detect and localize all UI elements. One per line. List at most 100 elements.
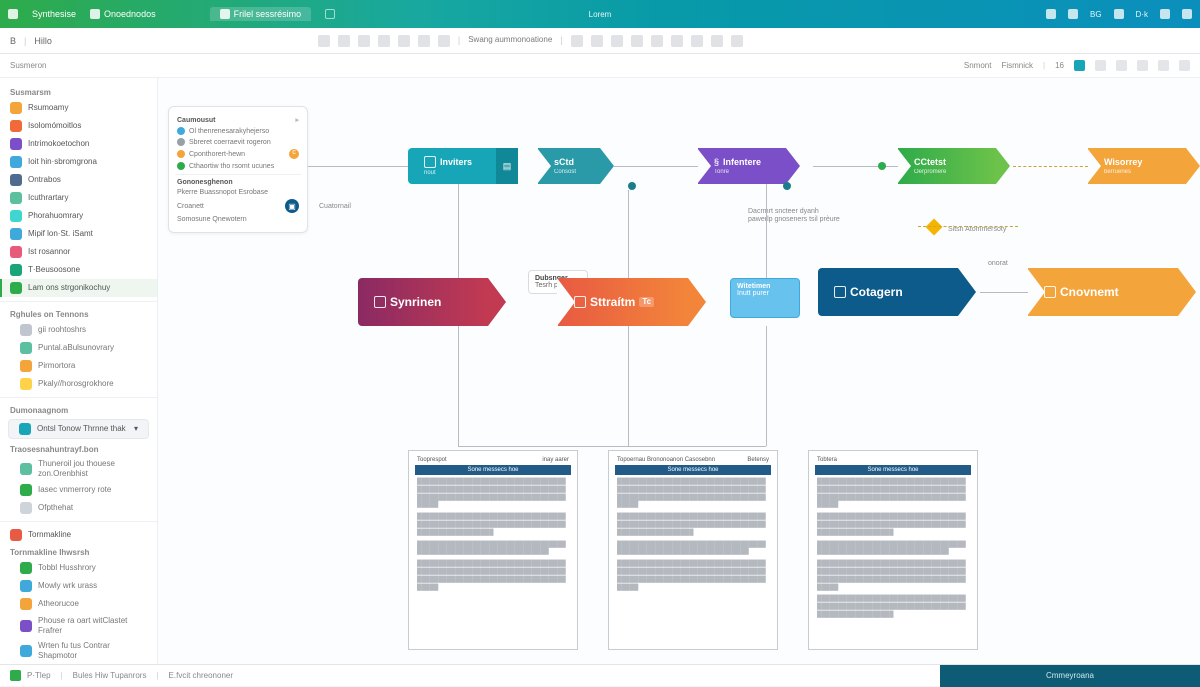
sidebar-item[interactable]: Pirmortora — [0, 357, 157, 375]
sidebar-item-label: Lam ons strgonikochuy — [28, 283, 110, 293]
tool-icon-10[interactable] — [611, 35, 623, 47]
sidebar-item[interactable]: Wrten fu tus Contrar Shapmotor — [0, 638, 157, 663]
tab-feedback[interactable]: Fismnick — [1001, 61, 1033, 70]
color-icon — [10, 174, 22, 186]
tool-icon-15[interactable] — [711, 35, 723, 47]
sidebar-item[interactable]: Intrimokoetochon — [0, 135, 157, 153]
cloud-icon[interactable] — [1068, 9, 1078, 19]
info-row: Cponthorert-hewn — [189, 151, 245, 158]
sidebar-item[interactable]: Thuneroil jou thouese zon.Orenbhist — [0, 456, 157, 481]
flow-block-wrap[interactable]: Wisorreyberruenes — [1088, 148, 1200, 184]
info-card[interactable]: Caumousut▸ Ol thenrenesarakyhejerso Sbre… — [168, 106, 308, 233]
tool-icon-3[interactable] — [358, 35, 370, 47]
tool-icon-14[interactable] — [691, 35, 703, 47]
bell-icon[interactable] — [1114, 9, 1124, 19]
layers-icon[interactable] — [1095, 60, 1106, 71]
block-title: Wisorrey — [1104, 158, 1142, 167]
sidebar-item[interactable]: Mipif lon·St. iSamt — [0, 225, 157, 243]
doc-preview[interactable]: Topoernau Brononoanon CasosebnnBetensy S… — [608, 450, 778, 650]
sidebar-item[interactable]: Ofpthehat — [0, 499, 157, 517]
mid-process-box[interactable]: Witetimen Inutt purer — [730, 278, 800, 318]
block-icon — [574, 296, 586, 308]
tool-icon-6[interactable] — [418, 35, 430, 47]
tool-icon-12[interactable] — [651, 35, 663, 47]
diagram-canvas[interactable]: Caumousut▸ Ol thenrenesarakyhejerso Sbre… — [158, 78, 1200, 664]
header-right-2: D·k — [1136, 10, 1148, 19]
sidebar-item-label: Pirmortora — [38, 361, 75, 371]
expand-icon[interactable] — [1158, 60, 1169, 71]
flow-block-synmen[interactable]: Synrinen — [358, 278, 506, 326]
flow-block-invitees[interactable]: Invitersnout ▤ — [408, 148, 510, 184]
sidebar-panel-item[interactable]: Ontsl Tonow Thrnne thak ▾ — [8, 419, 149, 439]
more-icon[interactable] — [1179, 60, 1190, 71]
sidebar-item[interactable]: Icuthrartary — [0, 189, 157, 207]
menu-icon[interactable] — [8, 9, 18, 19]
sidebar-item[interactable]: Mowly wrk urass — [0, 577, 157, 595]
color-icon — [20, 580, 32, 592]
color-icon — [10, 264, 22, 276]
ribbon: B | Hillo | Swang aummonoatione | — [0, 28, 1200, 54]
doc-header-left: Tooprespot — [417, 457, 447, 463]
color-icon — [20, 645, 32, 657]
tool-icon-2[interactable] — [338, 35, 350, 47]
settings-icon[interactable] — [1137, 60, 1148, 71]
sidebar-item[interactable]: Puntal.aBulsunovrary — [0, 339, 157, 357]
document-tab[interactable]: Frilel sessrésimo — [210, 7, 312, 21]
tab-summary[interactable]: Snmont — [964, 61, 992, 70]
secondary-toolbar: Susmeron Snmont Fismnick | 16 — [0, 54, 1200, 78]
color-icon — [20, 562, 32, 574]
sidebar-item[interactable]: Ontrabos — [0, 171, 157, 189]
tool-icon-7[interactable] — [438, 35, 450, 47]
ribbon-search-label[interactable]: Swang aummonoatione — [468, 35, 552, 47]
sidebar-item-label: Mowly wrk urass — [38, 581, 97, 591]
flow-block-strain[interactable]: SttraítmTc — [558, 278, 706, 326]
flow-block-cotagen[interactable]: Cotagern — [818, 268, 976, 316]
status-icon — [10, 670, 21, 681]
tool-icon-11[interactable] — [631, 35, 643, 47]
sidebar-item[interactable]: Ist rosannor — [0, 243, 157, 261]
flow-block-catal[interactable]: sCtdConsost — [538, 148, 614, 184]
sidebar-item[interactable]: Phorahuomrary — [0, 207, 157, 225]
sidebar-item[interactable]: gii roohtoshrs — [0, 321, 157, 339]
doc-header-right: Betensy — [747, 457, 769, 463]
sidebar-item[interactable]: T·Beusoosone — [0, 261, 157, 279]
sidebar-item[interactable]: Isolomómoitlos — [0, 117, 157, 135]
zoom-icon[interactable] — [1074, 60, 1085, 71]
grid-icon — [1044, 286, 1056, 298]
dot-icon — [177, 138, 185, 146]
crumb-2[interactable]: Hillo — [34, 36, 52, 46]
sidebar-item[interactable]: Tobbl Husshrory — [0, 559, 157, 577]
project-label: Onoednodos — [104, 9, 156, 19]
share-icon[interactable] — [1116, 60, 1127, 71]
tool-icon-13[interactable] — [671, 35, 683, 47]
doc-preview[interactable]: Tobtera Sone messecs hoe ███████████████… — [808, 450, 978, 650]
flow-block-intro[interactable]: §InfentereTonre — [698, 148, 800, 184]
sidebar-item[interactable]: Phouse ra oart witClastet Frafrer — [0, 613, 157, 638]
wand-icon[interactable] — [1046, 9, 1056, 19]
tool-icon-1[interactable] — [318, 35, 330, 47]
doc-preview[interactable]: Tooprespotinay aarer Sone messecs hoe ██… — [408, 450, 578, 650]
grid-icon[interactable] — [1160, 9, 1170, 19]
sidebar-item[interactable]: Tornmakline — [0, 526, 157, 544]
doc-title-bar: Sone messecs hoe — [415, 465, 571, 475]
footer-action-button[interactable]: Cmmeyroana — [940, 665, 1200, 687]
block-sub: Consost — [554, 169, 588, 175]
block-sub: Tonre — [714, 169, 774, 175]
sidebar-item[interactable]: Iasec vnmerrory rote — [0, 481, 157, 499]
tool-icon-9[interactable] — [591, 35, 603, 47]
color-icon — [10, 282, 22, 294]
sidebar-item[interactable]: Lam ons strgonikochuy — [0, 279, 157, 297]
tool-icon-16[interactable] — [731, 35, 743, 47]
sidebar-item[interactable]: Pkaly//horosgrokhore — [0, 375, 157, 393]
tool-icon-5[interactable] — [398, 35, 410, 47]
sidebar-item[interactable]: Atheorucoe — [0, 595, 157, 613]
tabs-icon[interactable] — [325, 9, 335, 19]
tool-icon-8[interactable] — [571, 35, 583, 47]
crumb-1[interactable]: B — [10, 36, 16, 46]
sidebar-item[interactable]: Ioit hin·sbromgrona — [0, 153, 157, 171]
overflow-icon[interactable] — [1182, 9, 1192, 19]
flow-block-cdeter[interactable]: CCtetstOerpromere — [898, 148, 1010, 184]
flow-block-covenant[interactable]: Cnovnemt — [1028, 268, 1196, 316]
sidebar-item[interactable]: Rsumoamy — [0, 99, 157, 117]
tool-icon-4[interactable] — [378, 35, 390, 47]
